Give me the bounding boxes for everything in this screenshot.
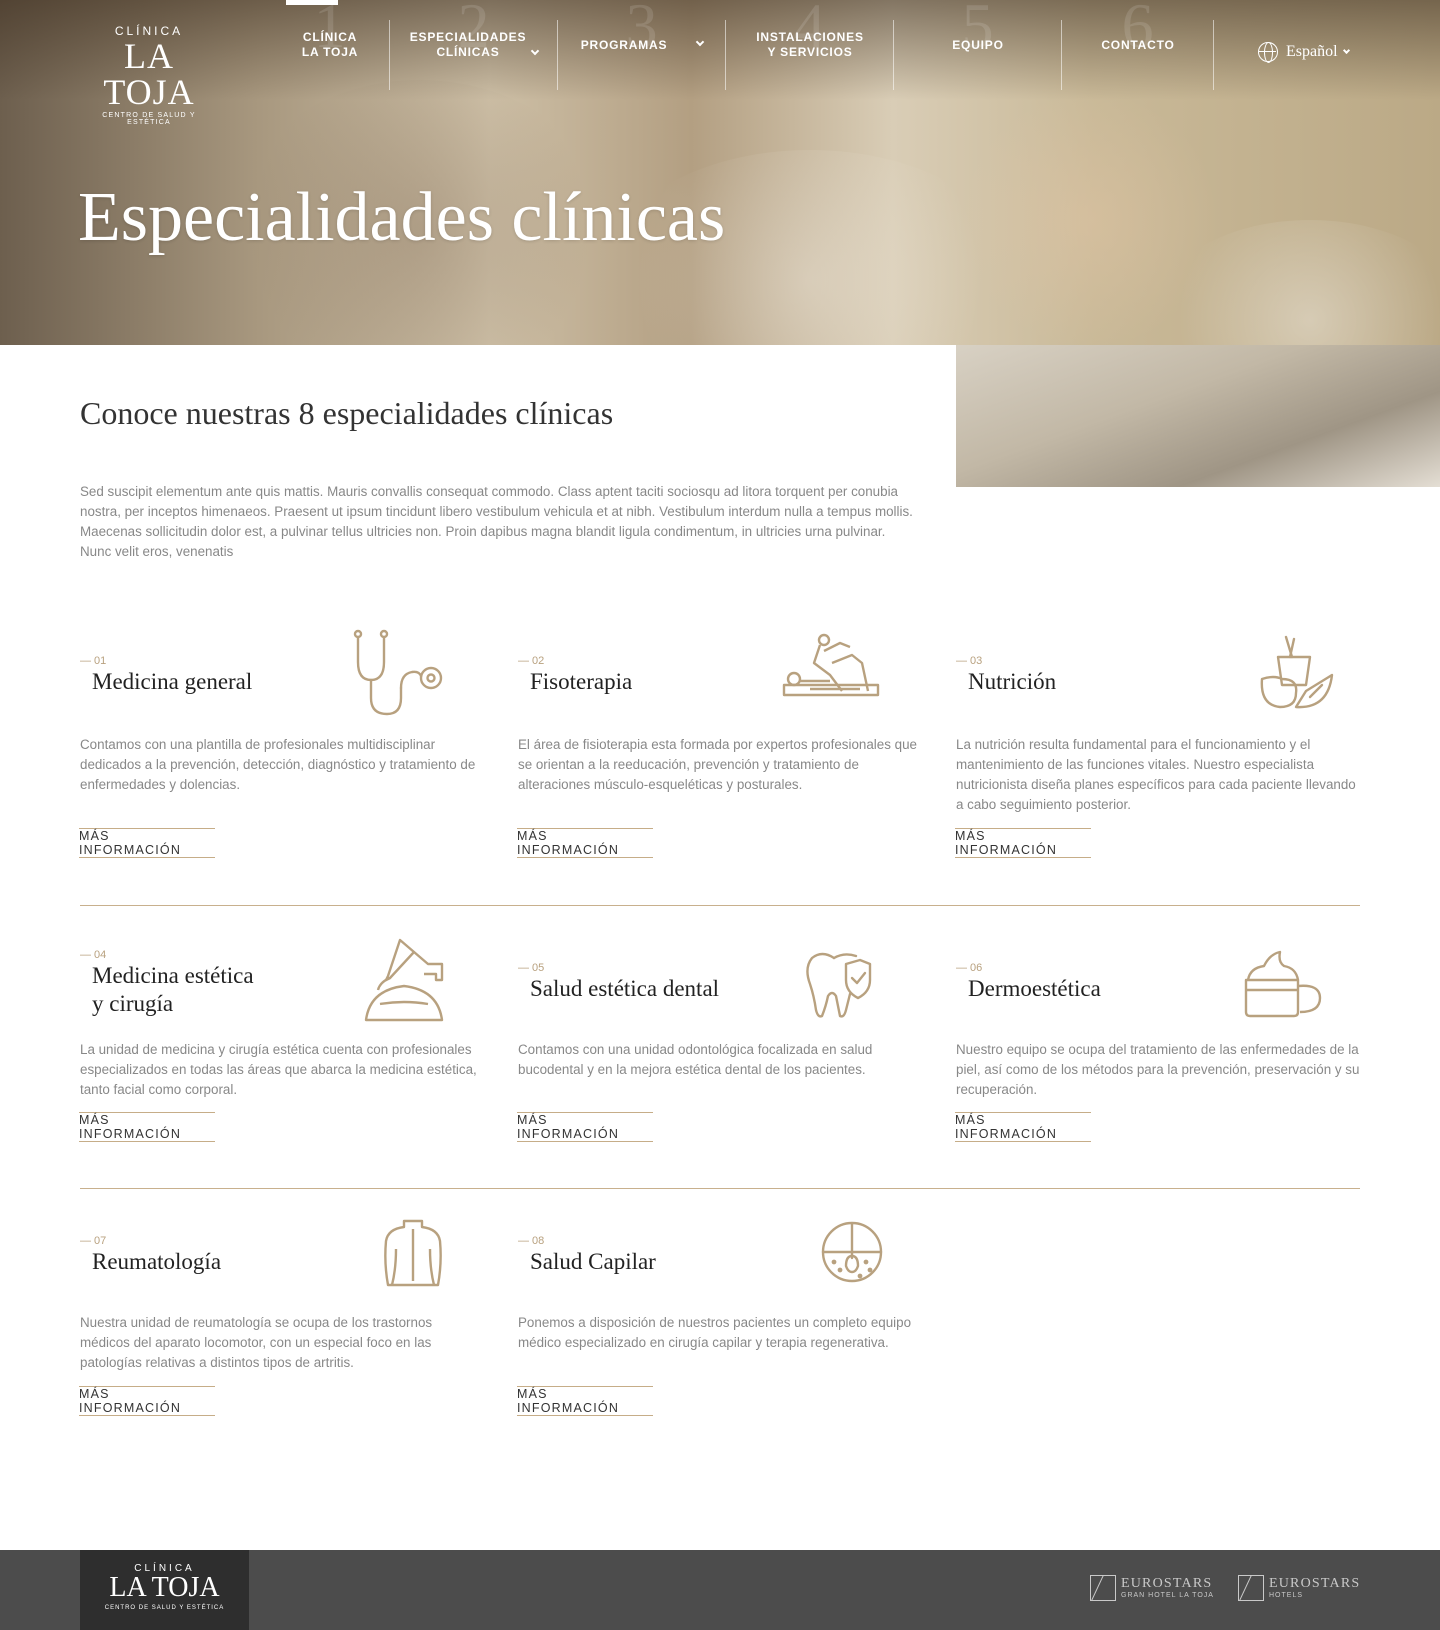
specialty-description: La unidad de medicina y cirugía estética… (80, 1042, 477, 1097)
specialty-description: El área de fisioterapia esta formada por… (518, 737, 917, 792)
nav-separator (1213, 20, 1214, 90)
logo-sub-text: CENTRO DE SALUD Y ESTÉTICA (102, 112, 196, 126)
specialty-number: — 07 (80, 1235, 107, 1247)
specialty-title: Fisoterapia (530, 669, 633, 694)
back-icon (384, 1219, 442, 1287)
specialty-title: Salud estética dental (530, 976, 720, 1001)
specialty-number: — 04 (80, 949, 107, 961)
aesthetic-surgery-icon (364, 938, 444, 1022)
row-divider (80, 1188, 1360, 1189)
footer-logo-sub-text: CENTRO DE SALUD Y ESTÉTICA (104, 1605, 225, 1611)
specialty-title: Medicina estética y cirugía (92, 963, 254, 1016)
chevron-down-icon (531, 46, 540, 56)
nav-item-number: 5 (961, 0, 995, 61)
specialty-description: Nuestra unidad de reumatología se ocupa … (80, 1315, 433, 1370)
chevron-down-icon (1342, 46, 1350, 54)
nav-item-label: ESPECIALIDADES CLÍNICAS (409, 30, 527, 59)
globe-icon (1258, 42, 1278, 63)
cream-jar-icon (1244, 950, 1322, 1018)
partner-sub: HOTELS (1269, 1591, 1304, 1599)
more-info-link[interactable]: MÁS INFORMACIÓN (955, 828, 1091, 858)
nav-item-programas[interactable]: 3 PROGRAMAS (558, 0, 726, 90)
more-info-link[interactable]: MÁS INFORMACIÓN (955, 1112, 1091, 1142)
specialty-description: La nutrición resulta fundamental para el… (956, 737, 1356, 812)
language-selector[interactable]: Español (1258, 42, 1350, 63)
hero-banner: CLÍNICA LA TOJA CENTRO DE SALUD Y ESTÉTI… (0, 0, 1440, 345)
partner-name: EUROSTARS (1269, 1575, 1361, 1591)
row-divider (80, 905, 1360, 906)
partner-logo-gran-hotel[interactable]: EUROSTARS GRAN HOTEL LA TOJA (1090, 1575, 1214, 1601)
nav-item-contacto[interactable]: 6 CONTACTO (1062, 0, 1214, 90)
specialty-description: Contamos con una plantilla de profesiona… (80, 737, 476, 792)
specialty-title: Salud Capilar (530, 1249, 656, 1274)
specialty-number: — 01 (80, 655, 107, 667)
language-label: Español (1286, 43, 1338, 60)
tooth-shield-icon (806, 952, 872, 1018)
nav-item-label: PROGRAMAS (580, 37, 668, 52)
specialty-description: Nuestro equipo se ocupa del tratamiento … (956, 1042, 1360, 1097)
partner-sub: GRAN HOTEL LA TOJA (1121, 1591, 1214, 1599)
hair-follicle-icon (821, 1221, 883, 1283)
specialty-description: Contamos con una unidad odontológica foc… (518, 1042, 873, 1077)
more-info-link[interactable]: MÁS INFORMACIÓN (79, 1112, 215, 1142)
logo-main-text: LA TOJA (103, 36, 195, 112)
page-title: Especialidades clínicas (78, 179, 726, 256)
specialty-number: — 05 (518, 962, 545, 974)
specialty-number: — 08 (518, 1235, 545, 1247)
footer-logo-main-text: LA TOJA (109, 1572, 220, 1603)
intro-text: Sed suscipit elementum ante quis mattis.… (80, 484, 913, 559)
specialty-description: Ponemos a disposición de nuestros pacien… (518, 1315, 912, 1350)
chevron-down-icon (696, 37, 705, 47)
site-footer: CLÍNICA LA TOJA CENTRO DE SALUD Y ESTÉTI… (0, 1550, 1440, 1630)
nav-item-label: CONTACTO (1101, 37, 1175, 52)
nav-item-number: 3 (625, 0, 659, 61)
nutrition-icon (1260, 635, 1334, 709)
specialty-number: — 02 (518, 655, 545, 667)
more-info-link[interactable]: MÁS INFORMACIÓN (79, 1386, 215, 1416)
main-nav: 1 CLÍNICA LA TOJA 2 ESPECIALIDADES CLÍNI… (270, 0, 1214, 90)
partner-logo-eurostars-hotels[interactable]: EUROSTARS HOTELS (1238, 1575, 1360, 1601)
eurostars-mark-icon (1238, 1575, 1264, 1601)
specialty-title: Medicina general (92, 669, 253, 694)
more-info-link[interactable]: MÁS INFORMACIÓN (517, 828, 653, 858)
nav-item-number: 6 (1121, 0, 1155, 61)
specialty-title: Dermoestética (968, 976, 1101, 1001)
more-info-link[interactable]: MÁS INFORMACIÓN (517, 1386, 653, 1416)
nav-item-label: INSTALACIONES Y SERVICIOS (756, 30, 864, 59)
intro-title: Conoce nuestras 8 especialidades clínica… (80, 395, 614, 431)
nav-item-clinica[interactable]: 1 CLÍNICA LA TOJA (270, 0, 390, 90)
eurostars-mark-icon (1090, 1575, 1116, 1601)
hero-photo-extension (956, 345, 1440, 487)
nav-item-label: CLÍNICA LA TOJA (301, 30, 359, 59)
nav-item-equipo[interactable]: 5 EQUIPO (894, 0, 1062, 90)
more-info-link[interactable]: MÁS INFORMACIÓN (517, 1112, 653, 1142)
specialty-title: Reumatología (92, 1249, 222, 1274)
stethoscope-icon (353, 629, 443, 716)
nav-item-especialidades[interactable]: 2 ESPECIALIDADES CLÍNICAS (390, 0, 558, 90)
site-logo[interactable]: CLÍNICA LA TOJA CENTRO DE SALUD Y ESTÉTI… (79, 24, 219, 126)
partner-name: EUROSTARS (1121, 1575, 1213, 1591)
specialty-title: Nutrición (968, 669, 1057, 694)
physiotherapy-icon (782, 633, 880, 697)
specialty-number: — 06 (956, 962, 983, 974)
more-info-link[interactable]: MÁS INFORMACIÓN (79, 828, 215, 858)
specialty-number: — 03 (956, 655, 983, 667)
nav-item-instalaciones[interactable]: 4 INSTALACIONES Y SERVICIOS (726, 0, 894, 90)
footer-logo[interactable]: CLÍNICA LA TOJA CENTRO DE SALUD Y ESTÉTI… (80, 1550, 249, 1630)
nav-item-label: EQUIPO (952, 37, 1004, 52)
